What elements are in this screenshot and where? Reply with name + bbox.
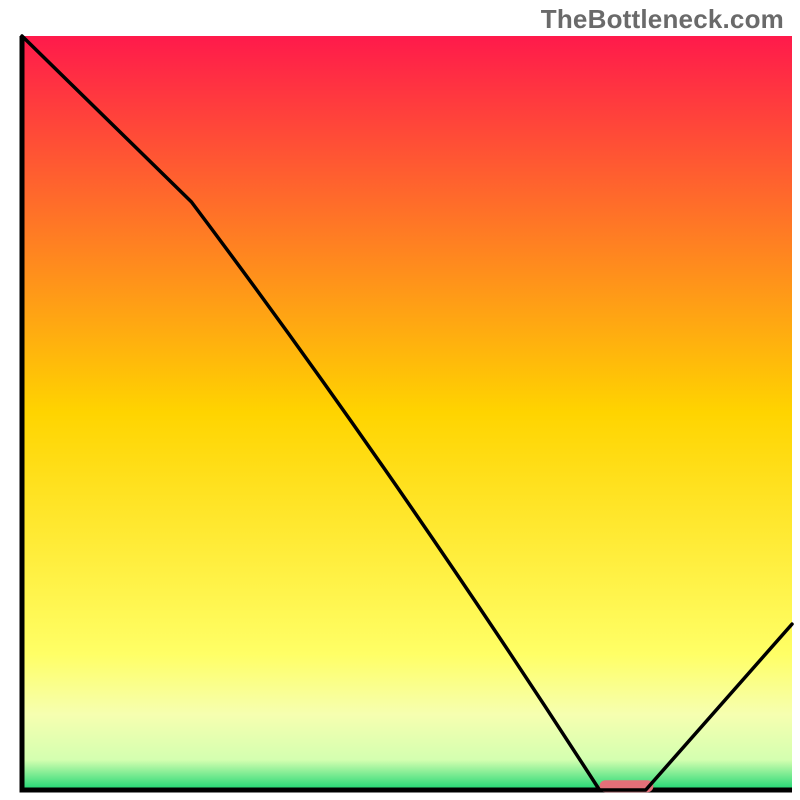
bottleneck-chart: TheBottleneck.com [0, 0, 800, 800]
watermark-text: TheBottleneck.com [541, 4, 784, 35]
chart-svg [0, 0, 800, 800]
